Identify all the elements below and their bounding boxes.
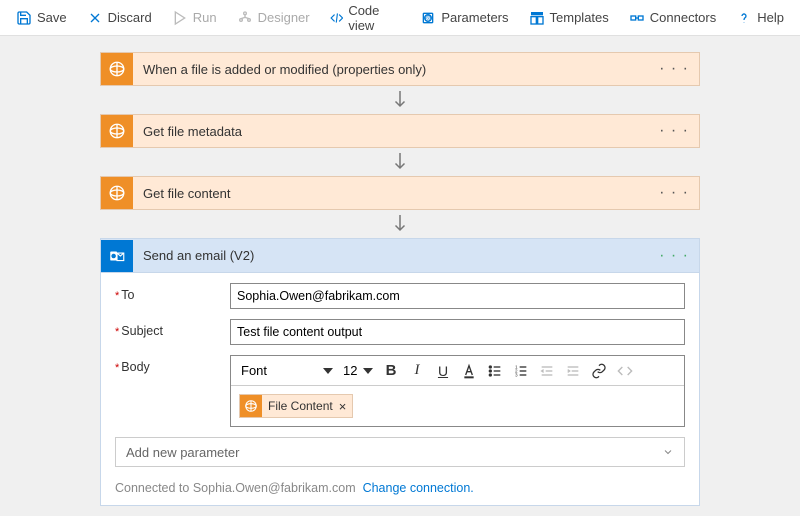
arrow-icon <box>391 210 409 238</box>
font-dropdown[interactable]: Font <box>237 360 337 382</box>
change-connection-link[interactable]: Change connection. <box>363 481 474 495</box>
metadata-step[interactable]: Get file metadata · · · <box>100 114 700 148</box>
color-button[interactable] <box>457 359 481 383</box>
content-title: Get file content <box>143 186 649 201</box>
designer-canvas: When a file is added or modified (proper… <box>0 36 800 516</box>
email-step: Send an email (V2) · · · *To *Subject *B… <box>100 238 700 506</box>
token-label: File Content <box>268 399 333 413</box>
svg-text:3: 3 <box>515 372 518 377</box>
trigger-menu-button[interactable]: · · · <box>649 60 699 78</box>
codeview-icon <box>330 10 344 26</box>
codeview-button[interactable]: Code view <box>320 0 411 37</box>
connectors-button[interactable]: Connectors <box>619 6 726 30</box>
link-button[interactable] <box>587 359 611 383</box>
chevron-down-icon <box>323 368 333 374</box>
run-button[interactable]: Run <box>162 6 227 30</box>
add-parameter-dropdown[interactable]: Add new parameter <box>115 437 685 467</box>
connection-email: Sophia.Owen@fabrikam.com <box>193 481 356 495</box>
help-icon <box>736 10 752 26</box>
sharepoint-icon <box>101 177 133 209</box>
trigger-step[interactable]: When a file is added or modified (proper… <box>100 52 700 86</box>
help-label: Help <box>757 10 784 25</box>
connection-info: Connected to Sophia.Owen@fabrikam.com Ch… <box>101 473 699 505</box>
designer-icon <box>237 10 253 26</box>
body-label: *Body <box>115 355 230 374</box>
outlook-icon <box>101 240 133 272</box>
save-button[interactable]: Save <box>6 6 77 30</box>
sharepoint-icon <box>101 53 133 85</box>
add-parameter-label: Add new parameter <box>126 445 239 460</box>
codeview-label: Code view <box>348 3 400 33</box>
chevron-down-icon <box>662 446 674 458</box>
email-menu-button[interactable]: · · · <box>649 247 699 265</box>
body-content[interactable]: File Content × <box>231 386 684 426</box>
subject-input[interactable] <box>230 319 685 345</box>
discard-label: Discard <box>108 10 152 25</box>
templates-label: Templates <box>550 10 609 25</box>
underline-button[interactable]: U <box>431 359 455 383</box>
trigger-title: When a file is added or modified (proper… <box>143 62 649 77</box>
metadata-title: Get file metadata <box>143 124 649 139</box>
token-remove-button[interactable]: × <box>333 399 353 414</box>
code-toggle-button[interactable] <box>613 359 637 383</box>
file-content-token[interactable]: File Content × <box>239 394 353 418</box>
email-title: Send an email (V2) <box>143 248 649 263</box>
discard-icon <box>87 10 103 26</box>
help-button[interactable]: Help <box>726 6 794 30</box>
parameters-button[interactable]: @ Parameters <box>410 6 518 30</box>
templates-button[interactable]: Templates <box>519 6 619 30</box>
discard-button[interactable]: Discard <box>77 6 162 30</box>
content-menu-button[interactable]: · · · <box>649 184 699 202</box>
toolbar: Save Discard Run Designer Code view @ Pa… <box>0 0 800 36</box>
size-dropdown[interactable]: 12 <box>339 360 377 382</box>
designer-button[interactable]: Designer <box>227 6 320 30</box>
subject-label: *Subject <box>115 319 230 338</box>
sharepoint-icon <box>240 395 262 417</box>
arrow-icon <box>391 148 409 176</box>
body-editor: Font 12 B I U <box>230 355 685 427</box>
bold-button[interactable]: B <box>379 359 403 383</box>
italic-button[interactable]: I <box>405 359 429 383</box>
indent-button[interactable] <box>561 359 585 383</box>
outdent-button[interactable] <box>535 359 559 383</box>
content-step[interactable]: Get file content · · · <box>100 176 700 210</box>
email-form: *To *Subject *Body Font <box>101 273 699 473</box>
to-label: *To <box>115 283 230 302</box>
designer-label: Designer <box>258 10 310 25</box>
run-label: Run <box>193 10 217 25</box>
number-list-button[interactable]: 123 <box>509 359 533 383</box>
bullet-list-button[interactable] <box>483 359 507 383</box>
to-input[interactable] <box>230 283 685 309</box>
chevron-down-icon <box>363 368 373 374</box>
parameters-icon: @ <box>420 10 436 26</box>
save-icon <box>16 10 32 26</box>
email-header[interactable]: Send an email (V2) · · · <box>101 239 699 273</box>
arrow-icon <box>391 86 409 114</box>
svg-text:@: @ <box>425 16 431 22</box>
sharepoint-icon <box>101 115 133 147</box>
connectors-label: Connectors <box>650 10 716 25</box>
metadata-menu-button[interactable]: · · · <box>649 122 699 140</box>
rte-toolbar: Font 12 B I U <box>231 356 684 386</box>
save-label: Save <box>37 10 67 25</box>
parameters-label: Parameters <box>441 10 508 25</box>
templates-icon <box>529 10 545 26</box>
run-icon <box>172 10 188 26</box>
connectors-icon <box>629 10 645 26</box>
